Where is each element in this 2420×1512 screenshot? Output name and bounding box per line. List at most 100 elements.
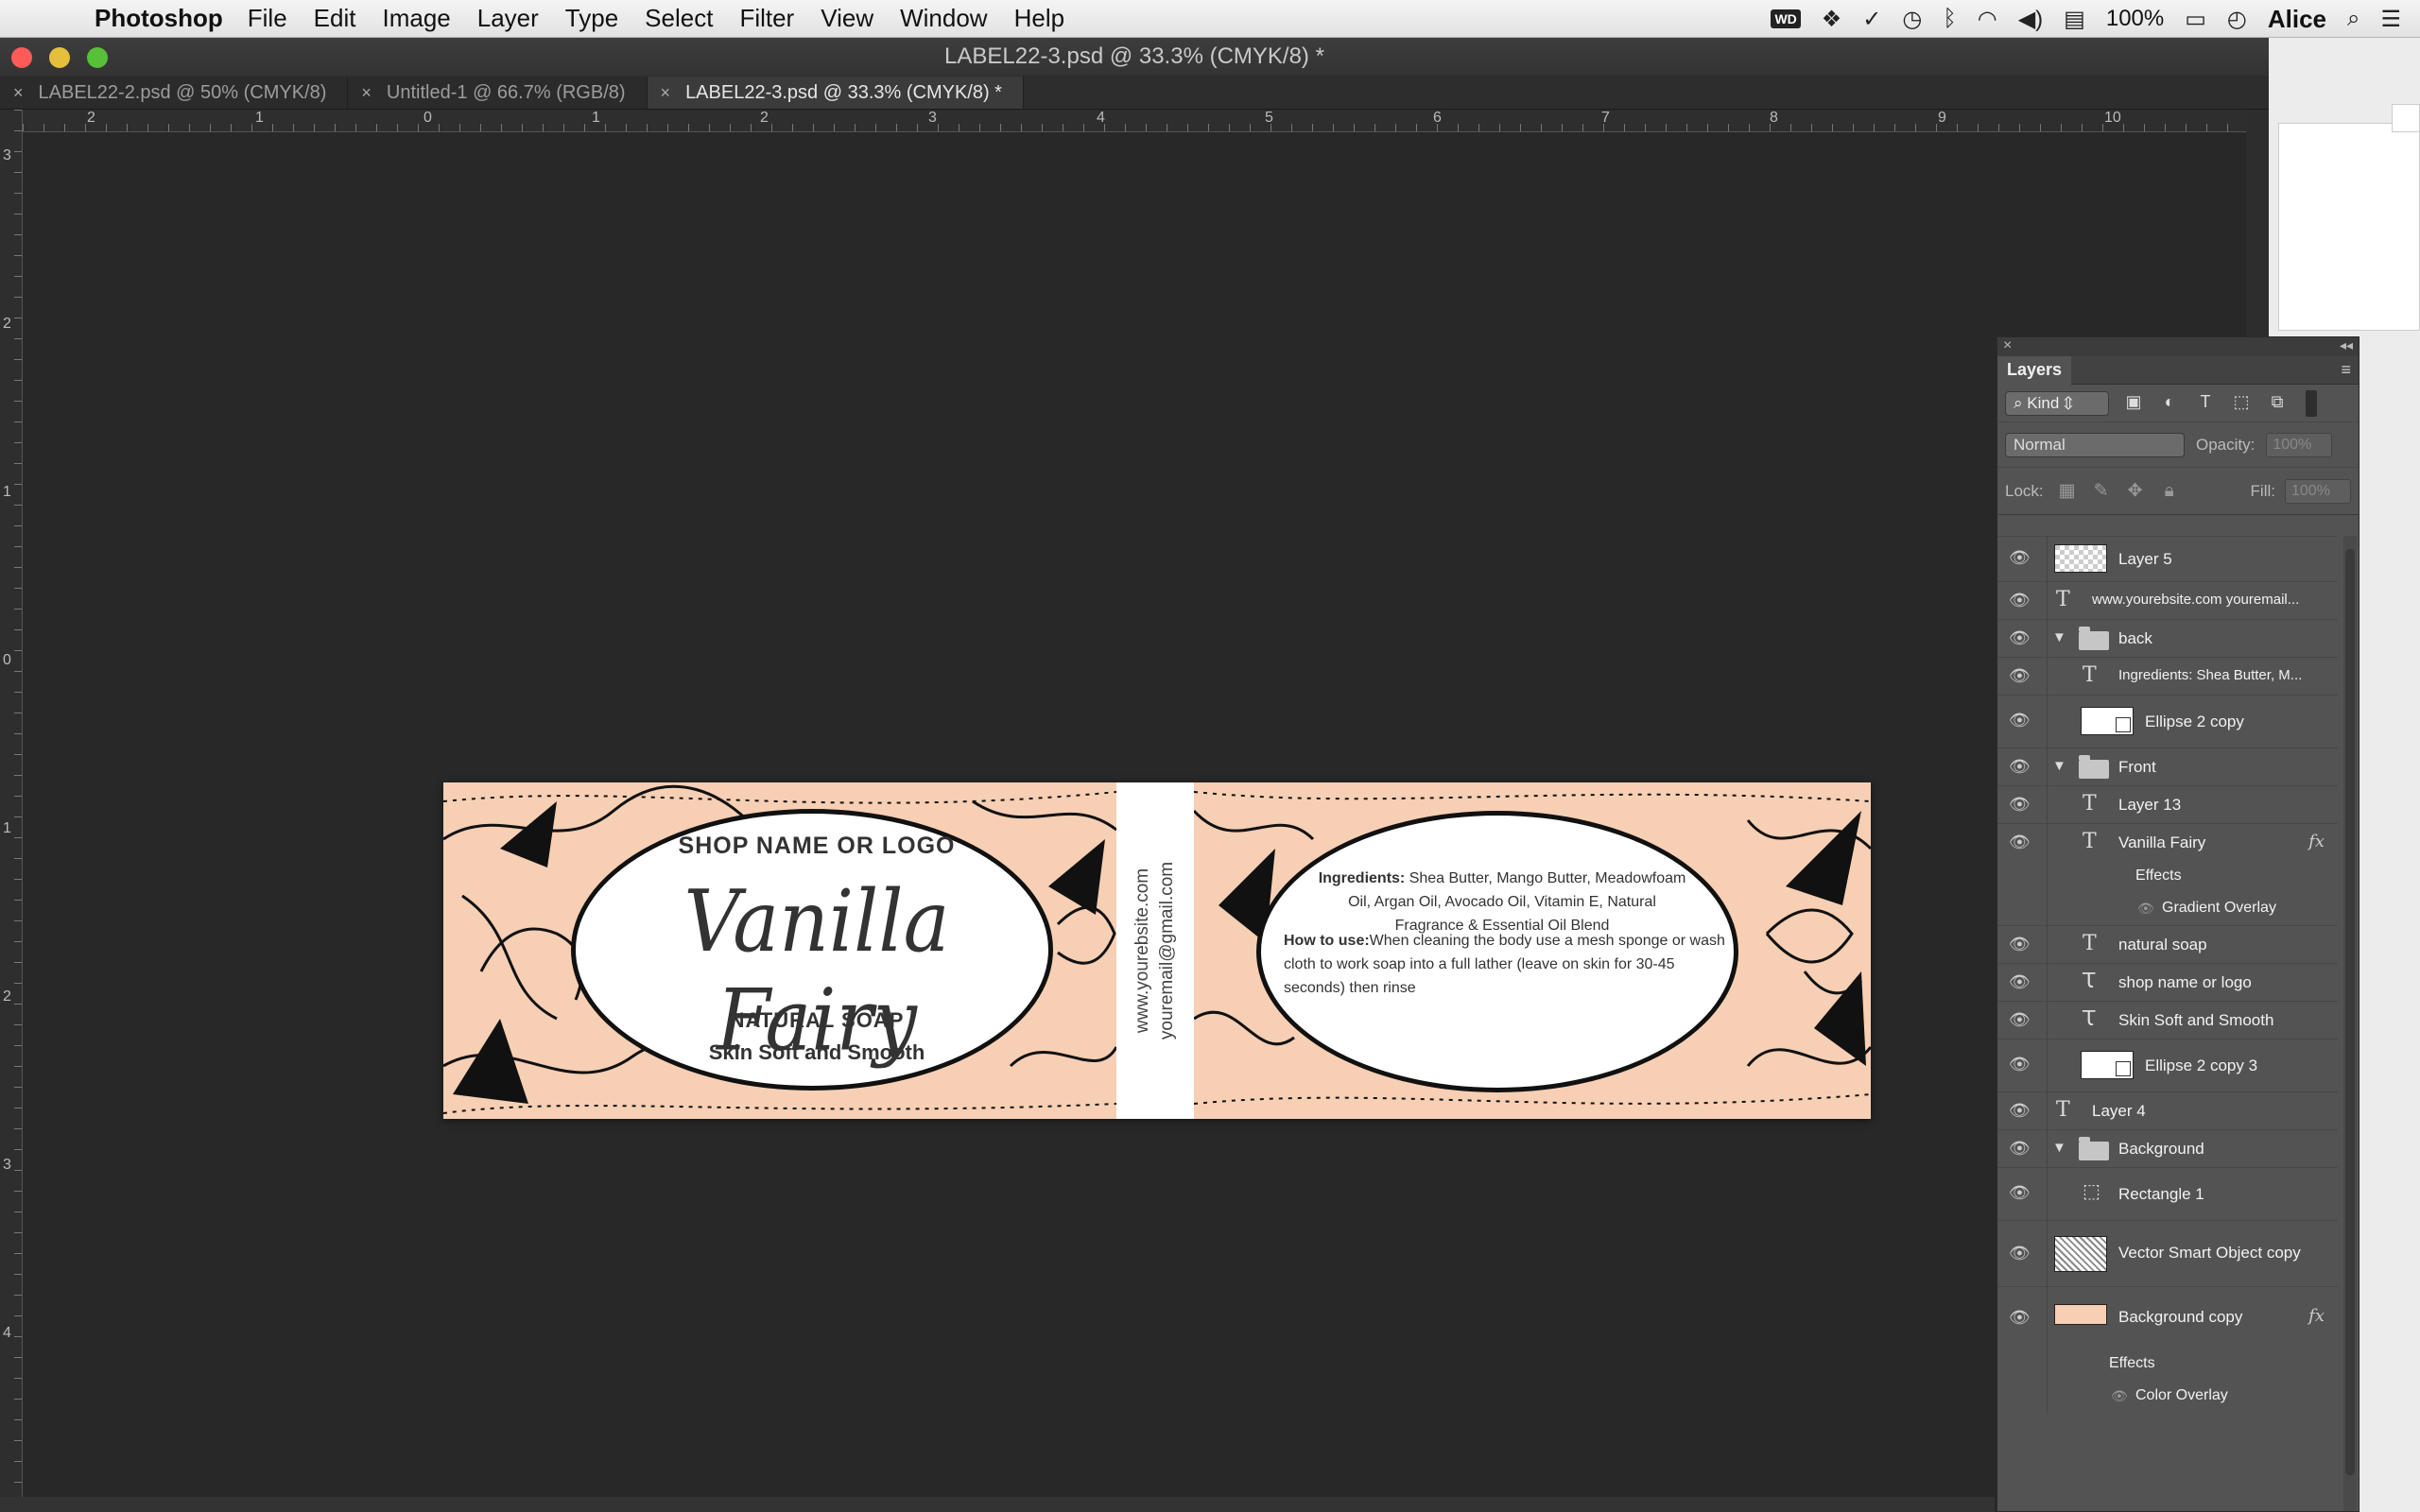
layer-row-ingredients-text[interactable]: 👁︎ T Ingredients: Shea Butter, M...	[1997, 657, 2338, 695]
fill-field[interactable]: 100%	[2285, 478, 2351, 504]
layer-effects-row[interactable]: Effects	[1997, 861, 2338, 893]
tab-label22-3[interactable]: × LABEL22-3.psd @ 33.3% (CMYK/8) *	[647, 77, 1024, 109]
layer-group-back[interactable]: 👁︎ ▼ back	[1997, 619, 2338, 657]
layers-scrollbar[interactable]	[2343, 536, 2357, 1511]
layer-row-layer-13[interactable]: 👁︎ T Layer 13	[1997, 785, 2338, 823]
visibility-eye-icon[interactable]: 👁︎	[2009, 1101, 2031, 1121]
flag-input-source-icon[interactable]: ▤	[2064, 6, 2085, 33]
blend-mode-select[interactable]: Normal	[2005, 432, 2185, 457]
bluetooth-icon[interactable]: ᛒ	[1943, 6, 1956, 32]
visibility-eye-icon[interactable]: 👁︎	[2009, 833, 2031, 852]
vertical-ruler[interactable]: 3 2 1 0 1 2 3 4	[0, 110, 23, 1512]
menu-file[interactable]: File	[248, 4, 287, 33]
layer-effects-row[interactable]: Effects	[1997, 1349, 2338, 1381]
wifi-icon[interactable]: ◠	[1978, 6, 1997, 33]
layer-effect-color-overlay[interactable]: 👁︎ Color Overlay	[1997, 1381, 2338, 1413]
filter-kind-select[interactable]: ⌕ Kind ⇕	[2005, 390, 2109, 416]
tab-untitled-1[interactable]: × Untitled-1 @ 66.7% (RGB/8)	[348, 77, 648, 109]
collapse-panel-icon[interactable]: ◂◂	[2340, 337, 2353, 353]
visibility-eye-icon[interactable]: 👁︎	[2009, 1010, 2031, 1030]
menu-layer[interactable]: Layer	[477, 4, 539, 33]
layer-effects-icon[interactable]: fx	[2308, 1306, 2325, 1326]
layer-row-rectangle-1[interactable]: 👁︎ ⬚ Rectangle 1	[1997, 1167, 2338, 1220]
zoom-window-icon[interactable]	[87, 47, 108, 68]
effect-visibility-eye-icon[interactable]: 👁︎	[2111, 1388, 2128, 1404]
lock-transparent-pixels-icon[interactable]: ▦	[2057, 480, 2078, 502]
wd-sync-icon[interactable]: WD	[1771, 9, 1801, 28]
lock-image-pixels-icon[interactable]: ✎	[2091, 480, 2112, 502]
menu-filter[interactable]: Filter	[739, 4, 794, 33]
tab-layers[interactable]: Layers	[1997, 356, 2072, 385]
document-canvas[interactable]: SHOP NAME OR LOGO Vanilla Fairy NATURAL …	[23, 132, 2246, 1501]
smart-object-filter-icon[interactable]: ⧉	[2266, 392, 2289, 415]
battery-icon[interactable]: ▭	[2185, 6, 2206, 33]
layer-row-layer-4[interactable]: 👁︎ T Layer 4	[1997, 1091, 2338, 1129]
visibility-eye-icon[interactable]: 👁︎	[2009, 591, 2031, 610]
visibility-eye-icon[interactable]: 👁︎	[2009, 1308, 2031, 1328]
add-tab-icon[interactable]	[2392, 104, 2420, 132]
visibility-eye-icon[interactable]: 👁︎	[2009, 1055, 2031, 1074]
expand-group-icon[interactable]: ▼	[2052, 1140, 2066, 1156]
layer-row-vanilla-fairy[interactable]: 👁︎ T Vanilla Fairy fx	[1997, 823, 2338, 861]
visibility-eye-icon[interactable]: 👁︎	[2009, 972, 2031, 992]
visibility-eye-icon[interactable]: 👁︎	[2009, 711, 2031, 730]
app-name-menu[interactable]: Photoshop	[95, 4, 223, 33]
menu-view[interactable]: View	[821, 4, 873, 33]
layer-group-front[interactable]: 👁︎ ▼ Front	[1997, 747, 2338, 785]
tab-label22-2[interactable]: × LABEL22-2.psd @ 50% (CMYK/8)	[0, 77, 349, 109]
visibility-eye-icon[interactable]: 👁︎	[2009, 935, 2031, 954]
visibility-eye-icon[interactable]: 👁︎	[2009, 666, 2031, 686]
type-layer-filter-icon[interactable]: T	[2194, 392, 2217, 415]
layers-scrollbar-thumb[interactable]	[2345, 549, 2355, 1475]
visibility-eye-icon[interactable]: 👁︎	[2009, 1244, 2031, 1263]
expand-group-icon[interactable]: ▼	[2052, 629, 2066, 645]
dropbox-icon[interactable]: ❖	[1822, 6, 1842, 33]
close-tab-icon[interactable]: ×	[361, 83, 372, 103]
expand-group-icon[interactable]: ▼	[2052, 758, 2066, 774]
adjustment-layer-filter-icon[interactable]: ◐	[2158, 392, 2181, 415]
visibility-eye-icon[interactable]: 👁︎	[2009, 628, 2031, 648]
horizontal-ruler[interactable]: 2 1 0 1 2 3 4 5 6 7 8 9 10	[23, 110, 2246, 132]
visibility-eye-icon[interactable]: 👁︎	[2009, 795, 2031, 815]
pixel-layer-filter-icon[interactable]: ▣	[2122, 392, 2145, 415]
close-window-icon[interactable]	[11, 47, 32, 68]
minimize-window-icon[interactable]	[49, 47, 70, 68]
effect-visibility-eye-icon[interactable]: 👁︎	[2137, 901, 2154, 917]
lock-position-icon[interactable]: ✥	[2125, 480, 2146, 502]
layer-row-natural-soap[interactable]: 👁︎ T natural soap	[1997, 925, 2338, 963]
menu-type[interactable]: Type	[565, 4, 618, 33]
layer-group-background[interactable]: 👁︎ ▼ Background	[1997, 1129, 2338, 1167]
visibility-eye-icon[interactable]: 👁︎	[2009, 757, 2031, 777]
spotlight-search-icon[interactable]: ⌕	[2347, 6, 2360, 32]
menu-image[interactable]: Image	[382, 4, 450, 33]
close-panel-icon[interactable]: ×	[2003, 337, 2012, 354]
visibility-eye-icon[interactable]: 👁︎	[2009, 1139, 2031, 1159]
task-check-icon[interactable]: ✓	[1862, 6, 1881, 33]
notification-center-icon[interactable]: ☰	[2380, 6, 2401, 33]
layer-row-shop-name[interactable]: 👁︎ Ꚍ shop name or logo	[1997, 963, 2338, 1001]
clock-icon[interactable]: ◴	[2227, 6, 2247, 33]
panel-menu-icon[interactable]: ≡	[2341, 360, 2351, 380]
menu-edit[interactable]: Edit	[314, 4, 356, 33]
layer-row-background-copy[interactable]: 👁︎ Background copy fx	[1997, 1286, 2338, 1349]
layer-row-vector-smart-object[interactable]: 👁︎ Vector Smart Object copy	[1997, 1220, 2338, 1286]
layer-row-ellipse-2-copy-3[interactable]: 👁︎ Ellipse 2 copy 3	[1997, 1039, 2338, 1091]
layer-effect-gradient-overlay[interactable]: 👁︎ Gradient Overlay	[1997, 893, 2338, 925]
volume-icon[interactable]: ◀)	[2018, 6, 2043, 33]
menu-window[interactable]: Window	[900, 4, 987, 33]
visibility-eye-icon[interactable]: 👁︎	[2009, 1183, 2031, 1203]
lock-all-icon[interactable]: 🔒︎	[2159, 481, 2180, 502]
close-tab-icon[interactable]: ×	[13, 83, 24, 103]
time-machine-icon[interactable]: ◷	[1902, 6, 1922, 33]
menu-select[interactable]: Select	[645, 4, 713, 33]
soap-label-artwork[interactable]: SHOP NAME OR LOGO Vanilla Fairy NATURAL …	[443, 782, 1871, 1119]
user-menu[interactable]: Alice	[2268, 5, 2326, 34]
layer-row-layer-5[interactable]: 👁︎ Layer 5	[1997, 536, 2338, 581]
filter-toggle-switch[interactable]	[2306, 389, 2317, 417]
layer-row-skin-soft[interactable]: 👁︎ Ꚍ Skin Soft and Smooth	[1997, 1001, 2338, 1039]
layer-row-website-text[interactable]: 👁︎ T www.yourebsite.com youremail...	[1997, 581, 2338, 619]
close-tab-icon[interactable]: ×	[661, 83, 671, 103]
opacity-field[interactable]: 100%	[2266, 432, 2333, 457]
layer-row-ellipse-2-copy[interactable]: 👁︎ Ellipse 2 copy	[1997, 695, 2338, 747]
layer-effects-icon[interactable]: fx	[2308, 832, 2325, 851]
